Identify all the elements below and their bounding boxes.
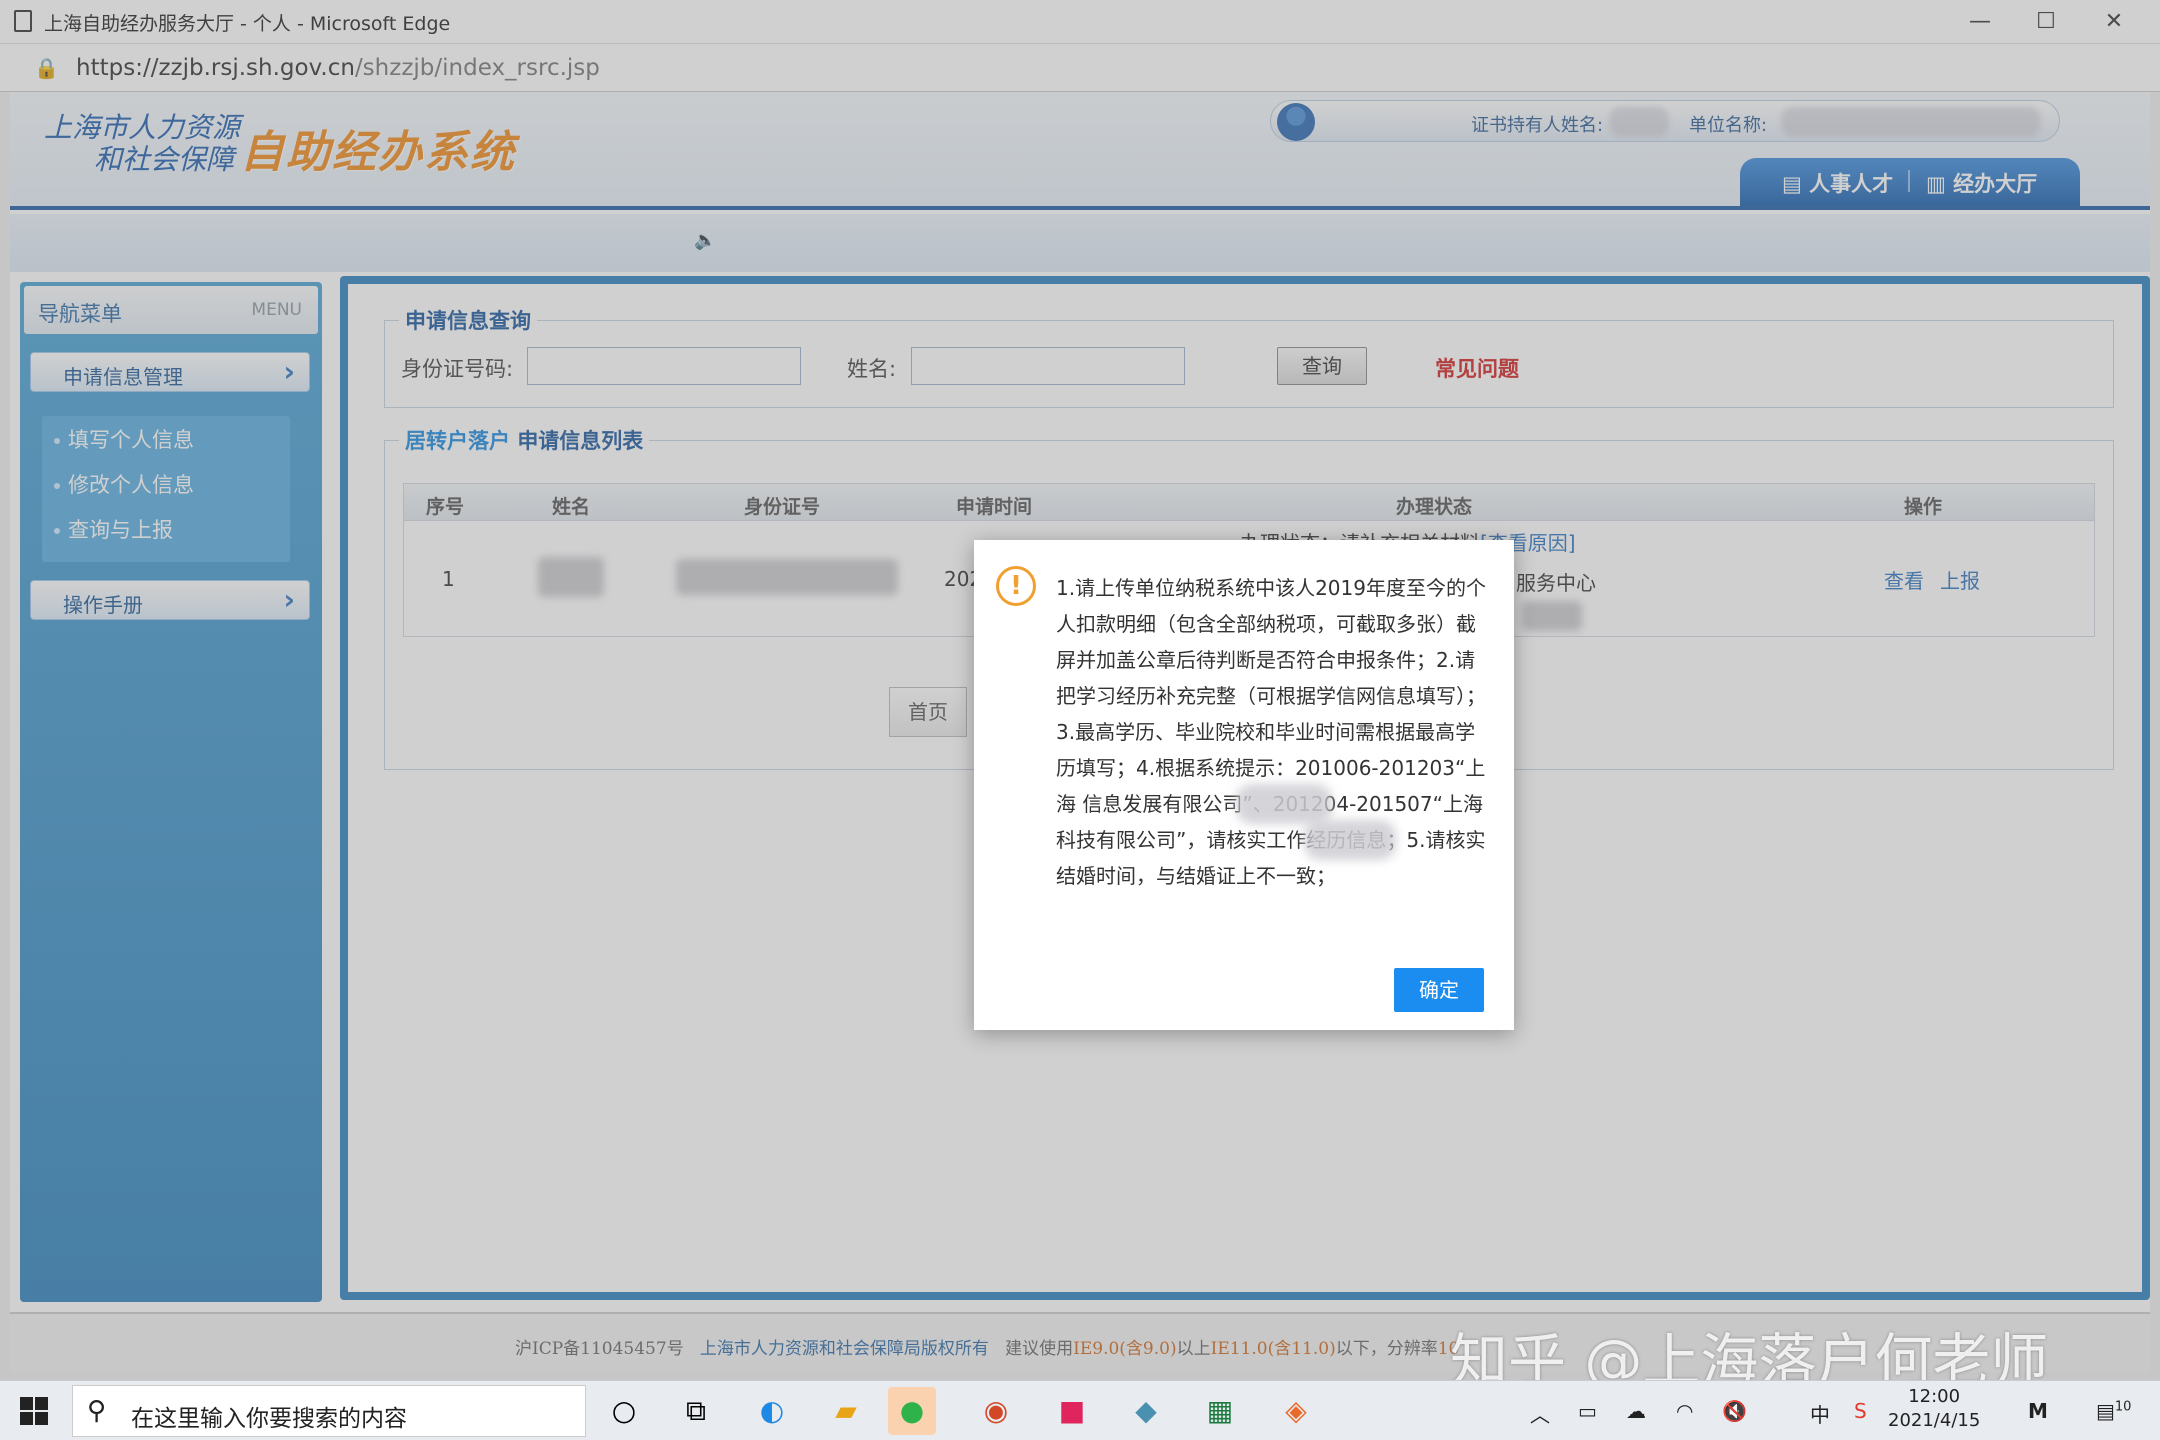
excel-icon[interactable]: ▦ [1196,1387,1244,1435]
chrome-like-icon[interactable]: ◈ [1272,1387,1320,1435]
task-view-icon[interactable]: ⧉ [672,1387,720,1435]
edge-icon[interactable]: ◐ [748,1387,796,1435]
warning-icon: ! [996,566,1036,606]
search-icon: ⚲ [87,1396,107,1426]
clock[interactable]: 12:00 2021/4/15 [1888,1385,1980,1433]
redacted-company-1 [1236,784,1332,824]
wifi-icon[interactable]: ◠ [1676,1399,1693,1423]
onedrive-icon[interactable]: ☁ [1626,1399,1646,1423]
alert-dialog: ! 1.请上传单位纳税系统中该人2019年度至今的个人扣款明细（包含全部纳税项，… [974,540,1514,1030]
powerpoint-icon[interactable]: ◉ [972,1387,1020,1435]
pdf-icon[interactable]: ■ [1048,1387,1096,1435]
dialog-message: 1.请上传单位纳税系统中该人2019年度至今的个人扣款明细（包含全部纳税项，可截… [1056,576,1486,888]
volume-muted-icon[interactable]: 🔇 [1722,1399,1747,1423]
file-explorer-icon[interactable]: ▰ [822,1387,870,1435]
tray-chevron-icon[interactable]: ︿ [1530,1399,1550,1428]
ime-indicator[interactable]: 中 [1810,1399,1830,1428]
windows-taskbar: ⚲ 在这里输入你要搜索的内容 ○ ⧉ ◐ ▰ ● ◉ ■ ◆ ▦ ◈ ︿ ▭ ☁… [0,1380,2160,1440]
wechat-icon[interactable]: ● [888,1387,936,1435]
app-tray-icon[interactable]: M [2028,1399,2048,1423]
app-icon[interactable]: ◆ [1122,1387,1170,1435]
confirm-button[interactable]: 确定 [1394,968,1484,1012]
redacted-company-2 [1304,820,1396,860]
cortana-icon[interactable]: ○ [600,1387,648,1435]
sogou-icon[interactable]: S [1854,1399,1867,1423]
notification-icon[interactable]: ▤10 [2096,1399,2131,1423]
taskbar-search[interactable]: ⚲ 在这里输入你要搜索的内容 [72,1385,586,1437]
search-placeholder: 在这里输入你要搜索的内容 [131,1406,407,1432]
battery-icon[interactable]: ▭ [1578,1399,1597,1423]
start-button[interactable] [20,1397,48,1425]
